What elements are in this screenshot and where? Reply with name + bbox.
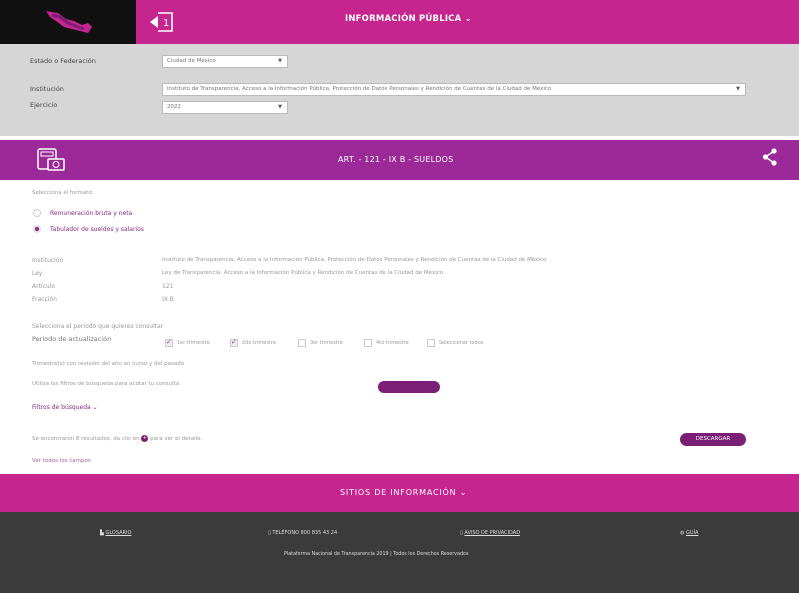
sitios-menu[interactable]: SITIOS DE INFORMACIÓN ⌄	[340, 488, 467, 497]
phone-icon: ▯	[268, 530, 271, 536]
calculator-money-icon	[37, 148, 65, 171]
info-articulo-label: Artículo	[32, 283, 56, 290]
guia-link[interactable]: ◍ GUÍA	[680, 530, 698, 536]
informacion-publica-menu[interactable]: INFORMACIÓN PÚBLICA ⌄	[345, 14, 472, 24]
periodo-option-todos: Seleccionar todos	[439, 340, 484, 346]
document-icon: ▯	[460, 530, 463, 536]
periodo-label: Periodo de actualización	[32, 335, 112, 343]
info-ley-value: Ley de Transparencia, Acceso a la Inform…	[162, 270, 444, 276]
periodo-option-4: 4to trimestre	[376, 340, 409, 346]
estado-label: Estado o Federación	[30, 57, 96, 65]
ver-todos-link[interactable]: Ver todos los campos	[32, 458, 91, 464]
info-institucion-value: Instituto de Transparencia, Acceso a la …	[162, 257, 547, 263]
institucion-label: Institución	[30, 85, 64, 93]
ejercicio-select[interactable]: 2022 ▼	[162, 101, 288, 114]
svg-text:1: 1	[163, 18, 169, 29]
topbar-title-text: INFORMACIÓN PÚBLICA	[345, 14, 462, 24]
select-caret-icon: ▼	[278, 58, 282, 64]
formato-option-tabulador[interactable]: Tabulador de sueldos y salarios	[50, 226, 144, 233]
formato-option-remuneracion[interactable]: Remuneración bruta y neta	[50, 210, 132, 217]
checkbox-3er-trimestre[interactable]	[298, 339, 306, 347]
checkbox-4to-trimestre[interactable]	[364, 339, 372, 347]
filtros-busqueda-toggle[interactable]: Filtros de búsqueda ⌄	[32, 404, 98, 411]
estado-select[interactable]: Ciudad de México ▼	[162, 55, 288, 68]
aviso-link[interactable]: ▯ AVISO DE PRIVACIDAD	[460, 530, 520, 536]
select-caret-icon: ▼	[278, 104, 282, 110]
results-suffix: para ver el detalle.	[150, 436, 203, 442]
telefono-label: TELÉFONO 800 835 43 24	[272, 530, 338, 536]
filtros-hint: Utiliza los filtros de búsqueda para aco…	[32, 381, 180, 387]
checkbox-1er-trimestre[interactable]	[165, 338, 173, 347]
aviso-label: AVISO DE PRIVACIDAD	[464, 530, 521, 536]
guia-label: GUÍA	[685, 530, 699, 536]
periodo-option-1: 1er trimestre	[177, 340, 210, 346]
periodo-option-2: 2do trimestre	[242, 340, 276, 346]
periodo-option-3: 3er trimestre	[310, 340, 343, 346]
chevron-down-icon: ⌄	[459, 488, 468, 497]
logo[interactable]	[0, 0, 136, 44]
info-fraccion-value: IX B	[162, 296, 174, 303]
institucion-select[interactable]: Instituto de Transparencia, Acceso a la …	[162, 83, 746, 96]
trimestres-note: Trimestre(s) con revisión del año en cur…	[32, 361, 185, 367]
descargar-button[interactable]: DESCARGAR	[680, 433, 746, 446]
institucion-select-value: Instituto de Transparencia, Acceso a la …	[167, 86, 552, 92]
back-to-home-icon[interactable]: 1	[148, 11, 174, 33]
ejercicio-select-value: 2022	[167, 104, 181, 110]
mexico-map-logo-icon	[46, 11, 92, 33]
consultar-button[interactable]	[378, 381, 440, 393]
info-fraccion-label: Fracción	[32, 296, 57, 303]
radio-remuneracion[interactable]	[33, 209, 41, 217]
chevron-down-icon: ⌄	[464, 14, 472, 24]
radio-tabulador[interactable]	[33, 225, 41, 233]
copyright: Plataforma Nacional de Transparencia 201…	[284, 552, 469, 557]
select-caret-icon: ▼	[736, 86, 740, 92]
info-institucion-label: Institución	[32, 257, 64, 264]
checkbox-seleccionar-todos[interactable]	[427, 339, 435, 347]
checkbox-2do-trimestre[interactable]	[230, 338, 238, 347]
share-icon[interactable]	[762, 148, 778, 166]
estado-select-value: Ciudad de México	[167, 58, 216, 64]
info-ley-label: Ley	[32, 270, 43, 277]
glosario-label: GLOSARIO	[105, 530, 132, 536]
results-text: Se encontraron 8 resultados, da clic en	[32, 436, 140, 442]
periodo-prompt: Selecciona el periodo que quieres consul…	[32, 323, 164, 330]
help-icon: ◍	[680, 530, 685, 536]
section-title: ART. - 121 - IX B - SUELDOS	[338, 155, 454, 164]
glosario-link[interactable]: ▙ GLOSARIO	[100, 530, 131, 536]
book-icon: ▙	[100, 530, 104, 536]
info-icon: +	[141, 435, 149, 442]
formato-prompt: Selecciona el formato:	[32, 190, 94, 196]
telefono-text: ▯ TELÉFONO 800 835 43 24	[268, 530, 337, 536]
results-count: Se encontraron 8 resultados, da clic en …	[32, 435, 202, 442]
ejercicio-label: Ejercicio	[30, 101, 58, 109]
info-articulo-value: 121	[162, 283, 174, 290]
sitios-title-text: SITIOS DE INFORMACIÓN	[340, 488, 457, 497]
